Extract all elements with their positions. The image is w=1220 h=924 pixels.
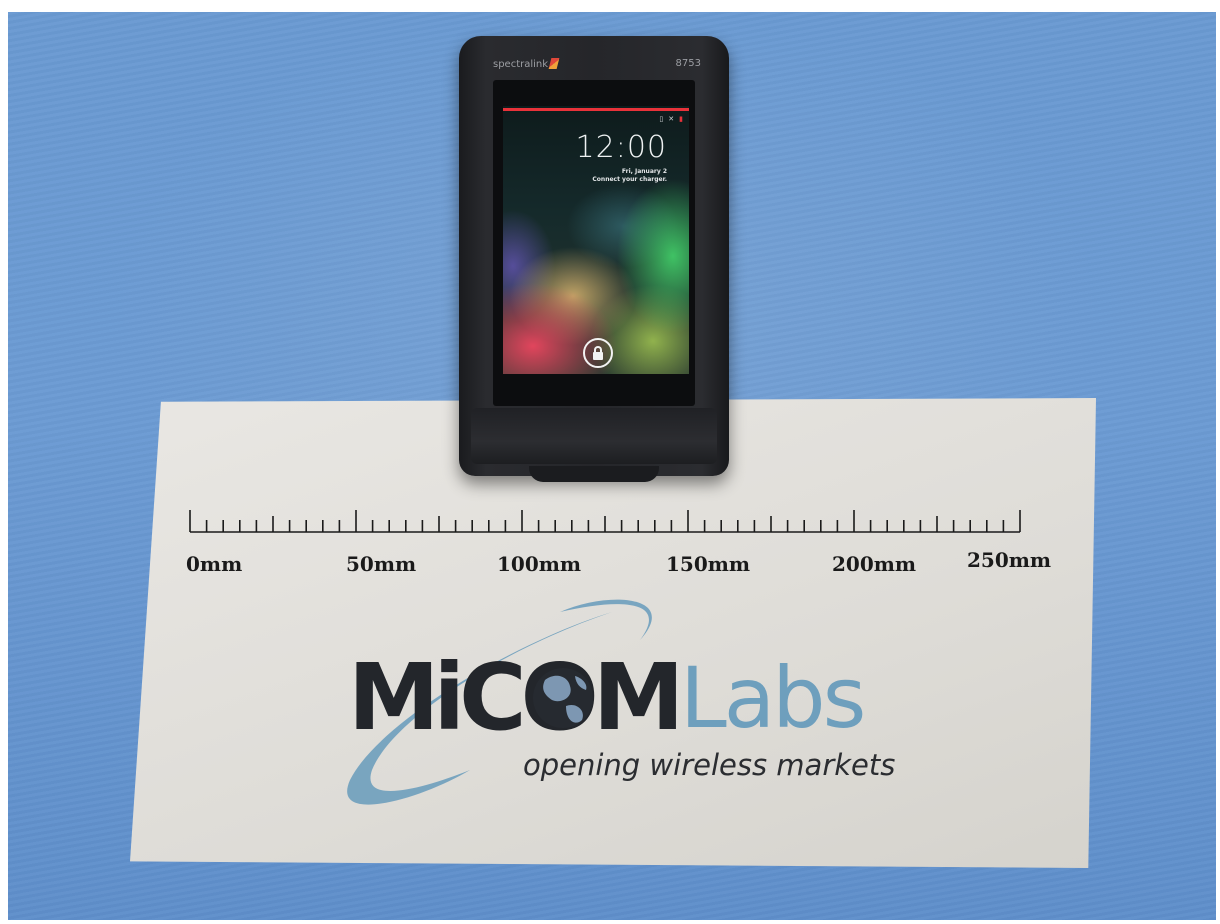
sim-icon: ▯ xyxy=(659,115,664,123)
lock-screen[interactable]: ▯ ✕ ▮ 12:00 Fri, January 2 Connect your … xyxy=(503,106,689,374)
dock-connector xyxy=(529,466,659,482)
lock-body xyxy=(593,352,603,360)
lock-icon[interactable] xyxy=(583,338,613,368)
lockscreen-clock: 12:00 xyxy=(575,130,667,165)
phone-brand-label: spectralink xyxy=(493,58,560,70)
brand-logo-icon xyxy=(548,58,560,69)
logo-tagline: opening wireless markets xyxy=(523,748,896,782)
logo-wordmark-light: Labs xyxy=(680,649,866,747)
phone-model-label: 8753 xyxy=(675,58,701,69)
status-accent-bar xyxy=(503,108,689,111)
wifi-off-icon: ✕ xyxy=(668,115,675,123)
lockscreen-status-message: Connect your charger. xyxy=(592,176,667,183)
photo: 0mm 50mm 100mm 150mm 200mm 250mm MiCOM L… xyxy=(0,0,1220,924)
lockscreen-date: Fri, January 2 xyxy=(621,168,667,175)
battery-low-icon: ▮ xyxy=(679,115,683,123)
status-bar-icons: ▯ ✕ ▮ xyxy=(659,115,683,123)
phone-chin xyxy=(471,408,717,464)
